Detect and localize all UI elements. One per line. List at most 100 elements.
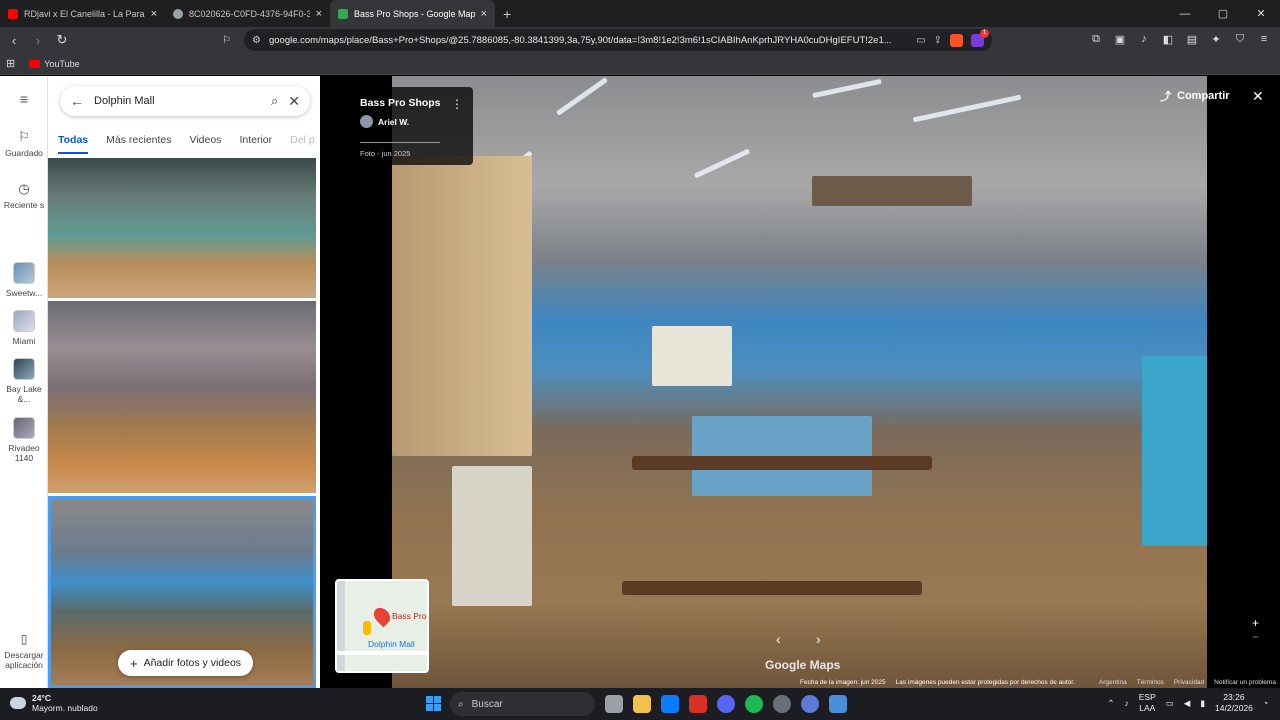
add-photos-button[interactable]: + Añadir fotos y videos <box>118 650 254 676</box>
close-tab-icon[interactable]: × <box>481 8 487 20</box>
tab-document[interactable]: 8C020626-C0FD-4376-94F0-3D821A × <box>165 0 330 27</box>
close-tab-icon[interactable]: × <box>316 8 322 20</box>
rail-recent-sweetwater[interactable]: Sweetw... <box>0 262 48 298</box>
input-language[interactable]: ESP LAA <box>1139 692 1156 714</box>
site-settings-icon[interactable]: ⚙ <box>252 35 261 46</box>
author-name: Ariel W. <box>378 116 410 127</box>
rail-recent-bay-lake[interactable]: Bay Lake &... <box>0 358 48 404</box>
tab-title: Bass Pro Shops - Google Maps <box>354 8 475 19</box>
tab-youtube[interactable]: RDjavi x El Canelilla - La Para De La C … <box>0 0 165 27</box>
tab-todas[interactable]: Todas <box>58 134 89 154</box>
minimap-mall-label: Dolphin Mall <box>368 639 415 649</box>
forward-icon[interactable]: › <box>28 30 48 50</box>
toolbar-right: ⧉ ▣ ♪ ◧ ▤ ✦ ⛉ ≡ <box>1088 30 1272 48</box>
close-viewer-icon[interactable]: ✕ <box>1252 88 1264 105</box>
mic-icon[interactable]: ♪ <box>1125 698 1129 708</box>
previous-photo-icon[interactable]: ‹ <box>776 631 781 647</box>
battery-icon[interactable]: ▮ <box>1200 698 1205 709</box>
red-pin-icon <box>370 604 394 628</box>
minimize-icon[interactable]: — <box>1166 0 1204 27</box>
search-box[interactable]: ← Dolphin Mall ⌕ ✕ <box>60 86 310 116</box>
reload-icon[interactable]: ↻ <box>52 30 72 50</box>
steam-icon[interactable] <box>829 695 847 713</box>
tab-videos[interactable]: Videos <box>190 134 222 154</box>
taskbar-search-label: Buscar <box>471 698 503 710</box>
brave-browser-icon[interactable] <box>689 695 707 713</box>
photo-thumbnail[interactable] <box>48 158 316 298</box>
tab-mas-recientes[interactable]: Más recientes <box>106 134 171 154</box>
rail-label: Reciente s <box>3 200 45 210</box>
install-icon[interactable]: ▭ <box>916 35 925 46</box>
rail-saved[interactable]: ⚐ Guardado <box>0 130 48 158</box>
place-name[interactable]: Bass Pro Shops <box>360 97 461 109</box>
taskbar-search[interactable]: ⌕ Buscar <box>450 692 595 716</box>
windows-start-icon[interactable] <box>426 696 441 711</box>
chevron-up-icon[interactable]: ⌃ <box>1107 698 1114 709</box>
bookmark-youtube[interactable]: YouTube <box>29 59 80 69</box>
terms-link[interactable]: Términos <box>1137 679 1164 686</box>
file-explorer-icon[interactable] <box>633 695 651 713</box>
apps-grid-icon[interactable]: ⊞ <box>6 57 15 70</box>
url-bar[interactable]: ⚐ ⚙ google.com/maps/place/Bass+Pro+Shops… <box>222 28 992 51</box>
report-problem-link[interactable]: Notificar un problema <box>1214 679 1276 686</box>
rewards-icon[interactable]: 1 <box>971 28 989 47</box>
task-view-icon[interactable] <box>605 695 623 713</box>
address-toolbar: ‹ › ↻ ⚐ ⚙ google.com/maps/place/Bass+Pro… <box>0 27 1280 53</box>
clear-search-icon[interactable]: ✕ <box>288 93 300 110</box>
mini-map[interactable]: Bass Pro Dolphin Mall <box>335 579 429 673</box>
volume-icon[interactable]: ◀ <box>1184 698 1191 709</box>
wallet-card-icon[interactable]: ▤ <box>1184 30 1200 48</box>
tab-google-maps[interactable]: Bass Pro Shops - Google Maps × <box>330 0 495 27</box>
rail-download-app[interactable]: ▯ Descargar aplicación <box>0 633 48 670</box>
share-button[interactable]: ⤴ Compartir <box>1160 88 1230 104</box>
tab-interior[interactable]: Interior <box>239 134 272 154</box>
discord-icon[interactable] <box>717 695 735 713</box>
new-tab-button[interactable]: + <box>495 6 519 22</box>
close-tab-icon[interactable]: × <box>151 8 157 20</box>
next-photo-icon[interactable]: › <box>816 631 821 647</box>
more-options-icon[interactable]: ⋮ <box>451 97 463 111</box>
sidebar-icon[interactable]: ◧ <box>1160 30 1176 48</box>
back-arrow-icon[interactable]: ← <box>70 93 84 109</box>
app-icon[interactable] <box>773 695 791 713</box>
menu-icon[interactable]: ≡ <box>1256 30 1272 48</box>
country-link[interactable]: Argentina <box>1099 679 1127 686</box>
pegman-icon <box>363 621 371 635</box>
media-icon[interactable]: ♪ <box>1136 30 1152 48</box>
zoom-in-icon[interactable]: + <box>1252 616 1259 630</box>
rail-label: Miami <box>12 336 36 346</box>
share-page-icon[interactable]: ⇪ <box>934 35 942 46</box>
search-input[interactable]: Dolphin Mall <box>94 95 261 107</box>
store-photo[interactable] <box>392 76 1207 688</box>
spotify-icon[interactable] <box>745 695 763 713</box>
brave-shields-icon[interactable] <box>950 33 963 47</box>
wallet-icon[interactable]: ▣ <box>1112 30 1128 48</box>
clock[interactable]: 23:26 14/2/2026 <box>1215 692 1253 714</box>
outlook-icon[interactable] <box>661 695 679 713</box>
network-icon[interactable]: ▭ <box>1166 698 1174 709</box>
tab-del-propietario[interactable]: Del p <box>290 134 315 154</box>
youtube-favicon-icon <box>8 8 18 19</box>
weather-widget[interactable]: 24°C Mayorm. nublado <box>10 693 98 713</box>
rail-recent-rivadeo[interactable]: Rivadeo 1140 <box>0 417 48 463</box>
rail-recent-miami[interactable]: Miami <box>0 310 48 346</box>
rail-recents[interactable]: ◷ Reciente s <box>0 181 48 210</box>
maximize-icon[interactable]: ▢ <box>1204 0 1242 27</box>
close-window-icon[interactable]: ✕ <box>1242 0 1280 27</box>
vpn-icon[interactable]: ⛉ <box>1232 30 1248 48</box>
notifications-icon[interactable]: ◔ <box>1263 698 1268 708</box>
url-text[interactable]: google.com/maps/place/Bass+Pro+Shops/@25… <box>269 35 908 46</box>
leo-ai-icon[interactable]: ✦ <box>1208 30 1224 48</box>
search-icon[interactable]: ⌕ <box>271 93 278 109</box>
history-icon: ◷ <box>18 181 30 196</box>
privacy-link[interactable]: Privacidad <box>1174 679 1204 686</box>
photo-author[interactable]: Ariel W. <box>360 115 461 128</box>
bookmark-icon[interactable]: ⚐ <box>222 35 231 46</box>
photo-thumbnail[interactable] <box>48 301 316 493</box>
extensions-icon[interactable]: ⧉ <box>1088 30 1104 48</box>
back-icon[interactable]: ‹ <box>4 30 24 50</box>
menu-hamburger-icon[interactable]: ≡ <box>0 92 48 106</box>
settings-icon[interactable] <box>801 695 819 713</box>
zoom-out-icon[interactable]: − <box>1252 630 1259 644</box>
plus-icon: + <box>130 655 138 671</box>
